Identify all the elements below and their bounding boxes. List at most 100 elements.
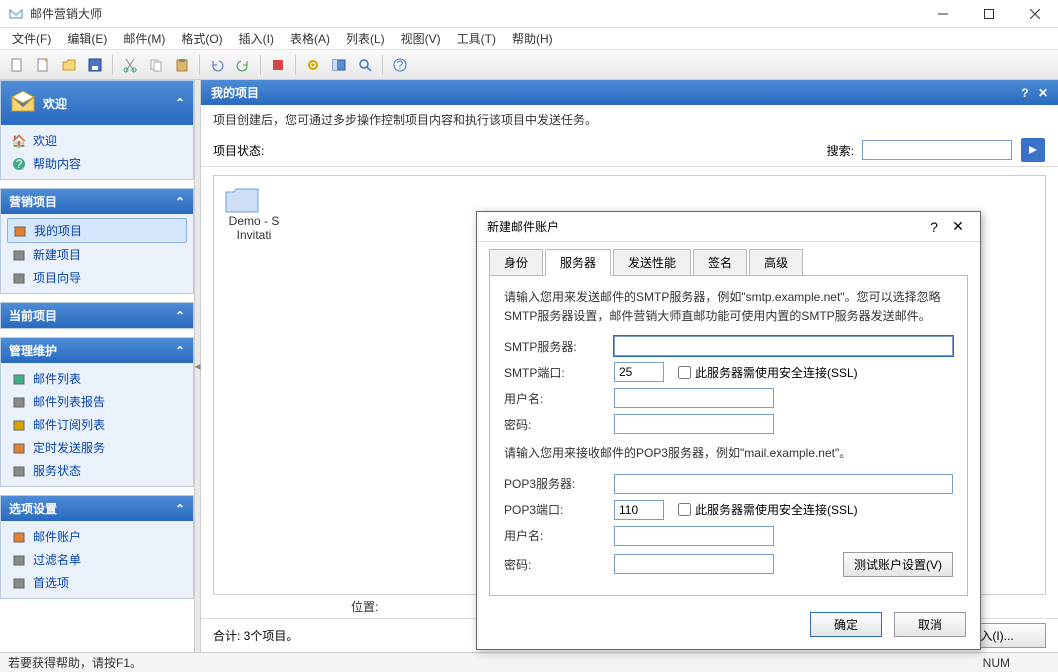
minimize-button[interactable] [920, 0, 966, 28]
tb-help-icon[interactable]: ? [388, 53, 412, 77]
tb-settings-icon[interactable] [301, 53, 325, 77]
pop-port-input[interactable] [614, 500, 664, 520]
sidebar-item[interactable]: 项目向导 [7, 266, 187, 289]
tb-stop-icon[interactable] [266, 53, 290, 77]
pop-password-input[interactable] [614, 554, 774, 574]
dialog-tab[interactable]: 服务器 [545, 249, 611, 276]
status-label: 项目状态: [213, 142, 264, 159]
smtp-port-input[interactable] [614, 362, 664, 382]
pop-username-label: 用户名: [504, 527, 614, 544]
smtp-username-label: 用户名: [504, 390, 614, 407]
smtp-username-input[interactable] [614, 388, 774, 408]
sidebar-item[interactable]: 邮件列表 [7, 367, 187, 390]
dialog-tab[interactable]: 发送性能 [613, 249, 691, 276]
chevron-icon: ⌃ [175, 502, 185, 516]
menu-item[interactable]: 邮件(M) [115, 28, 173, 49]
smtp-ssl-checkbox[interactable] [678, 366, 691, 379]
dialog-footer: 确定 取消 [477, 604, 980, 649]
smtp-ssl-label: 此服务器需使用安全连接(SSL) [695, 364, 858, 381]
chevron-icon: ⌃ [175, 344, 185, 358]
sidebar-section-header[interactable]: 选项设置⌃ [1, 496, 193, 521]
sidebar-section-header[interactable]: 营销项目⌃ [1, 189, 193, 214]
sidebar-item-welcome[interactable]: 🏠欢迎 [7, 129, 187, 152]
item-icon [11, 371, 27, 387]
sidebar-welcome-title: 欢迎 [43, 95, 67, 112]
menu-item[interactable]: 格式(O) [173, 28, 230, 49]
tb-newwiz-icon[interactable] [31, 53, 55, 77]
menu-item[interactable]: 编辑(E) [59, 28, 115, 49]
pop-ssl-checkbox[interactable] [678, 503, 691, 516]
dialog-title: 新建邮件账户 [487, 218, 922, 235]
sidebar-section-header[interactable]: 当前项目⌃ [1, 303, 193, 328]
smtp-server-input[interactable] [614, 336, 953, 356]
test-account-button[interactable]: 测试账户设置(V) [843, 552, 953, 577]
statusbar: 若要获得帮助，请按F1。 NUM [0, 652, 1058, 672]
status-num: NUM [983, 656, 1010, 670]
sidebar-item-help[interactable]: ?帮助内容 [7, 152, 187, 175]
menu-item[interactable]: 表格(A) [282, 28, 338, 49]
search-input[interactable] [862, 140, 1012, 160]
content-description: 项目创建后，您可通过多步操作控制项目内容和执行该项目中发送任务。 [201, 105, 1058, 134]
dialog-titlebar[interactable]: 新建邮件账户 ? ✕ [477, 212, 980, 242]
item-icon [12, 223, 28, 239]
close-button[interactable] [1012, 0, 1058, 28]
tb-redo-icon[interactable] [231, 53, 255, 77]
sidebar-section-header[interactable]: 管理维护⌃ [1, 338, 193, 363]
menu-item[interactable]: 帮助(H) [504, 28, 561, 49]
sidebar-item[interactable]: 定时发送服务 [7, 436, 187, 459]
pop-server-input[interactable] [614, 474, 953, 494]
item-icon [11, 552, 27, 568]
new-account-dialog: 新建邮件账户 ? ✕ 身份服务器发送性能签名高级 请输入您用来发送邮件的SMTP… [476, 211, 981, 650]
sidebar-item[interactable]: 过滤名单 [7, 548, 187, 571]
dialog-tab[interactable]: 身份 [489, 249, 543, 276]
tb-copy-icon[interactable] [144, 53, 168, 77]
tb-undo-icon[interactable] [205, 53, 229, 77]
sidebar-item[interactable]: 邮件列表报告 [7, 390, 187, 413]
menu-item[interactable]: 视图(V) [393, 28, 449, 49]
sidebar-section: 营销项目⌃ 我的项目新建项目项目向导 [0, 188, 194, 294]
help-icon: ? [11, 156, 27, 172]
item-icon [11, 575, 27, 591]
content-close-icon[interactable]: ✕ [1038, 86, 1048, 100]
sidebar-welcome-header[interactable]: 欢迎 ⌃ [1, 81, 193, 125]
total-count: 合计: 3个项目。 [213, 627, 298, 644]
sidebar-item[interactable]: 新建项目 [7, 243, 187, 266]
item-icon [11, 417, 27, 433]
dialog-help-icon[interactable]: ? [922, 219, 946, 235]
dialog-tab[interactable]: 签名 [693, 249, 747, 276]
sidebar-item[interactable]: 服务状态 [7, 459, 187, 482]
item-icon [11, 394, 27, 410]
item-icon [11, 529, 27, 545]
pop-ssl-label: 此服务器需使用安全连接(SSL) [695, 501, 858, 518]
pop-description: 请输入您用来接收邮件的POP3服务器，例如"mail.example.net"。 [504, 444, 953, 463]
dialog-tab[interactable]: 高级 [749, 249, 803, 276]
sidebar-welcome-block: 欢迎 ⌃ 🏠欢迎 ?帮助内容 [0, 80, 194, 180]
menu-item[interactable]: 文件(F) [4, 28, 59, 49]
smtp-password-label: 密码: [504, 416, 614, 433]
smtp-password-input[interactable] [614, 414, 774, 434]
search-go-button[interactable] [1021, 138, 1045, 162]
tb-find-icon[interactable] [353, 53, 377, 77]
dialog-close-icon[interactable]: ✕ [946, 218, 970, 235]
tb-open-icon[interactable] [57, 53, 81, 77]
menu-item[interactable]: 工具(T) [449, 28, 504, 49]
sidebar-item[interactable]: 首选项 [7, 571, 187, 594]
cancel-button[interactable]: 取消 [894, 612, 966, 637]
pop-username-input[interactable] [614, 526, 774, 546]
menu-item[interactable]: 列表(L) [338, 28, 393, 49]
tb-paste-icon[interactable] [170, 53, 194, 77]
tb-new-icon[interactable] [5, 53, 29, 77]
tb-panel-icon[interactable] [327, 53, 351, 77]
tb-save-icon[interactable] [83, 53, 107, 77]
project-name-line2: Invitati [224, 228, 284, 242]
menu-item[interactable]: 插入(I) [231, 28, 282, 49]
search-label: 搜索: [827, 142, 854, 159]
ok-button[interactable]: 确定 [810, 612, 882, 637]
sidebar-item[interactable]: 邮件账户 [7, 525, 187, 548]
content-help-icon[interactable]: ? [1021, 86, 1028, 100]
maximize-button[interactable] [966, 0, 1012, 28]
app-title: 邮件营销大师 [30, 5, 920, 22]
tb-cut-icon[interactable] [118, 53, 142, 77]
sidebar-item[interactable]: 邮件订阅列表 [7, 413, 187, 436]
sidebar-item[interactable]: 我的项目 [7, 218, 187, 243]
